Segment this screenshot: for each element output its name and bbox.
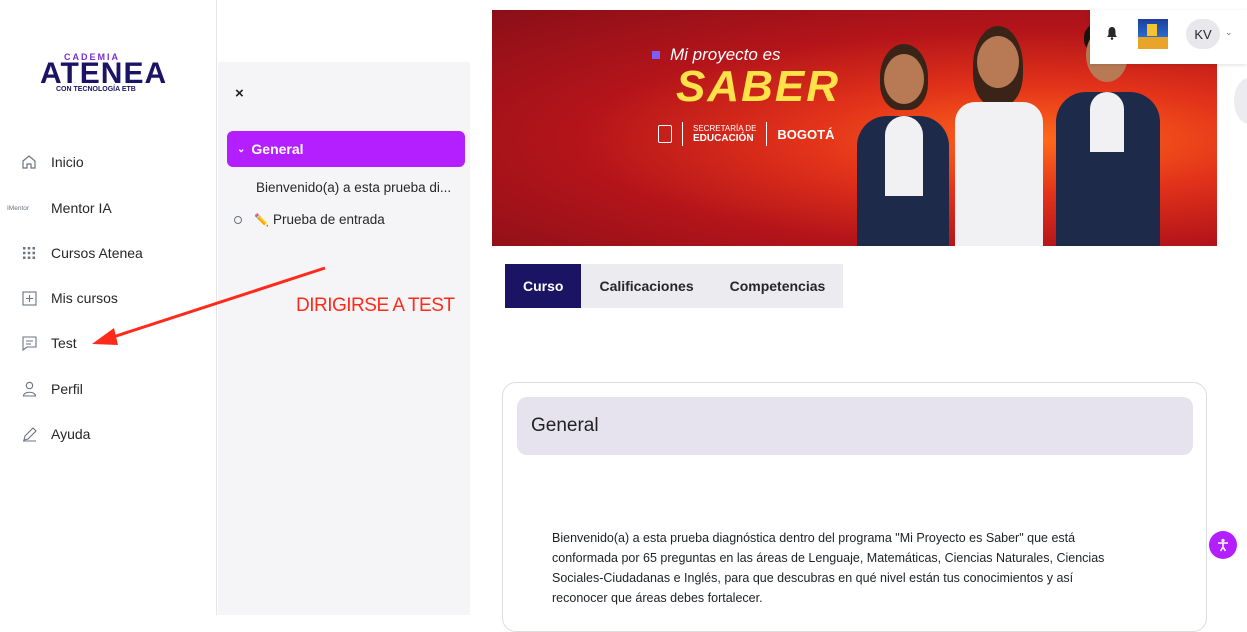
nav-item-inicio[interactable]: Inicio	[0, 142, 217, 182]
nav-item-ayuda[interactable]: Ayuda	[0, 414, 217, 454]
section-description: Bienvenido(a) a esta prueba diagnóstica …	[552, 531, 1105, 605]
divider	[766, 122, 768, 146]
left-navigation: CADEMIA ATENEA CON TECNOLOGÍA ETB Inicio…	[0, 0, 217, 615]
close-drawer-button[interactable]: ×	[235, 85, 244, 102]
bell-icon[interactable]	[1106, 26, 1118, 43]
course-item-prueba-entrada[interactable]: ✏️ Prueba de entrada	[234, 212, 385, 227]
nav-label-ayuda: Ayuda	[51, 426, 91, 442]
chevron-down-icon: ⌄	[237, 143, 246, 155]
message-icon	[20, 334, 38, 352]
nav-label-mis-cursos: Mis cursos	[51, 290, 118, 306]
notification-badge-image[interactable]	[1138, 19, 1168, 49]
pencil-icon	[20, 425, 38, 443]
tab-calificaciones[interactable]: Calificaciones	[581, 264, 711, 308]
mentor-icon: IMentor	[7, 204, 30, 212]
nav-label-cursos-atenea: Cursos Atenea	[51, 245, 143, 261]
divider	[682, 122, 683, 146]
home-icon	[20, 153, 38, 171]
course-item-bienvenido[interactable]: Bienvenido(a) a esta prueba di...	[256, 180, 451, 195]
student-figure	[947, 24, 1047, 246]
banner-logos: SECRETARÍA DE EDUCACIÓN BOGOTÁ	[658, 122, 834, 146]
educacion-text: EDUCACIÓN	[693, 133, 754, 144]
user-icon	[20, 380, 38, 398]
tab-curso[interactable]: Curso	[505, 264, 582, 308]
right-drawer-toggle[interactable]	[1234, 78, 1247, 124]
banner-saber: SABER	[676, 62, 841, 111]
section-label: General	[251, 141, 304, 157]
course-item-label: Prueba de entrada	[272, 212, 385, 227]
nav-label-perfil: Perfil	[51, 381, 83, 397]
chevron-down-icon[interactable]: ⌄	[1225, 27, 1233, 38]
nav-item-perfil[interactable]: Perfil	[0, 369, 217, 409]
shield-icon	[658, 125, 672, 143]
completion-circle-icon	[234, 215, 242, 224]
user-menu-bar: KV ⌄	[1090, 10, 1247, 64]
nav-label-test: Test	[51, 335, 77, 351]
course-tabs: Curso Calificaciones Competencias	[505, 264, 844, 308]
tab-competencias[interactable]: Competencias	[712, 264, 844, 308]
plus-square-icon	[20, 289, 38, 307]
banner-square-icon	[652, 51, 660, 59]
section-card: General Bienvenido(a) a esta prueba diag…	[502, 382, 1207, 632]
bogota-logo: BOGOTÁ	[777, 126, 835, 142]
nav-label-mentor-ia: Mentor IA	[51, 200, 112, 216]
nav-label-inicio: Inicio	[51, 154, 84, 170]
course-index-drawer: × ⌄ General Bienvenido(a) a esta prueba …	[218, 62, 470, 615]
nav-item-mentor-ia[interactable]: IMentor Mentor IA	[0, 188, 217, 228]
student-figure	[852, 36, 952, 246]
atenea-logo[interactable]: CADEMIA ATENEA CON TECNOLOGÍA ETB	[36, 52, 171, 98]
annotation-text: DIRIGIRSE A TEST	[296, 295, 455, 316]
nav-item-test[interactable]: Test	[0, 323, 217, 363]
nav-item-mis-cursos[interactable]: Mis cursos	[0, 278, 217, 318]
logo-subtext: CON TECNOLOGÍA ETB	[56, 86, 136, 93]
course-section-general[interactable]: ⌄ General	[227, 131, 465, 167]
avatar[interactable]: KV	[1186, 19, 1220, 49]
section-header[interactable]: General	[517, 397, 1193, 455]
grid-icon	[20, 244, 38, 262]
secretaria-logo: SECRETARÍA DE EDUCACIÓN	[693, 124, 756, 144]
pencil-emoji-icon: ✏️	[254, 212, 269, 227]
accessibility-icon[interactable]	[1209, 531, 1237, 559]
nav-item-cursos-atenea[interactable]: Cursos Atenea	[0, 233, 217, 273]
